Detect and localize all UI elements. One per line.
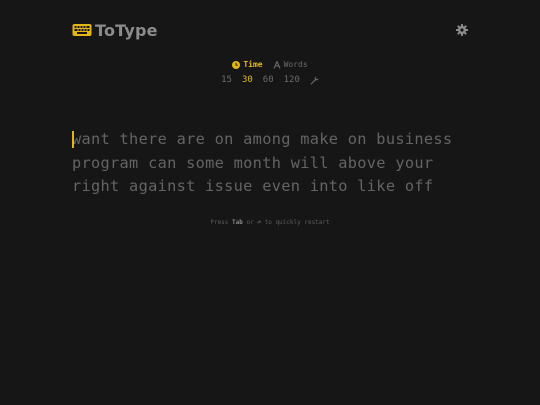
words-line-text: program can some month will above your bbox=[72, 153, 434, 172]
words-line: want there are on among make on business bbox=[72, 128, 472, 152]
words-line-text: want there are on among make on business bbox=[72, 130, 453, 148]
mode-time-label: Time bbox=[243, 60, 263, 69]
duration-120[interactable]: 120 bbox=[284, 75, 300, 85]
duration-30[interactable]: 30 bbox=[242, 75, 253, 85]
brand-logo[interactable]: ToType bbox=[72, 21, 158, 40]
restart-hint: Press Tab or ⏎ to quickly restart bbox=[0, 219, 540, 226]
words-line-text: right against issue even into like off bbox=[72, 177, 434, 196]
words-line: right against issue even into like off bbox=[72, 175, 472, 199]
mode-selector: Time Words bbox=[0, 60, 540, 69]
hint-key-tab: Tab bbox=[232, 219, 243, 226]
words-area[interactable]: want there are on among make on business… bbox=[72, 128, 472, 199]
duration-15[interactable]: 15 bbox=[221, 75, 232, 85]
font-letter-icon bbox=[273, 60, 281, 69]
hint-or: or bbox=[246, 219, 254, 226]
hint-prefix: Press bbox=[210, 219, 229, 226]
gear-icon[interactable] bbox=[456, 24, 468, 36]
wrench-icon[interactable] bbox=[310, 75, 319, 85]
header: ToType bbox=[72, 19, 468, 41]
hint-suffix: to quickly restart bbox=[264, 219, 330, 226]
mode-words-label: Words bbox=[283, 60, 308, 69]
mode-time[interactable]: Time bbox=[232, 60, 263, 69]
typing-test-page: ToType Time Words 15 30 60 120 want ther… bbox=[0, 0, 540, 405]
duration-60[interactable]: 60 bbox=[263, 75, 274, 85]
mode-words[interactable]: Words bbox=[273, 60, 308, 69]
clock-icon bbox=[232, 60, 241, 69]
duration-selector: 15 30 60 120 bbox=[0, 75, 540, 85]
app-name: ToType bbox=[95, 20, 158, 40]
words-line: program can some month will above your bbox=[72, 152, 472, 176]
hint-key-enter: ⏎ bbox=[257, 219, 261, 226]
keyboard-icon bbox=[72, 23, 92, 37]
text-caret bbox=[72, 131, 74, 148]
